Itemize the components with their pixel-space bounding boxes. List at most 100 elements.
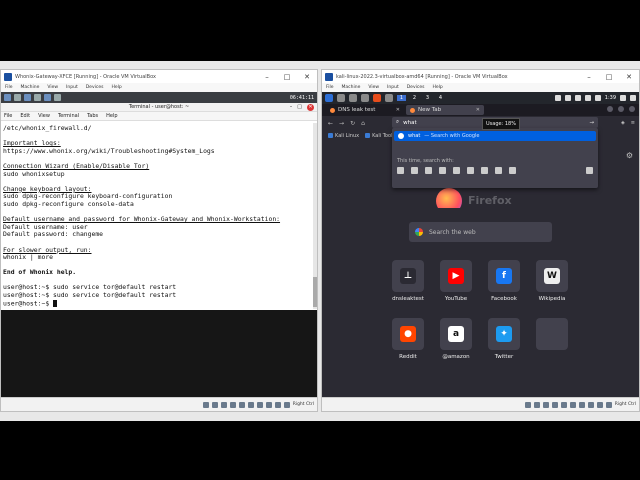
terminal-output[interactable]: /etc/whonix_firewall.d/Important logs: ht…: [1, 123, 313, 309]
minimize-button[interactable]: –: [579, 73, 599, 81]
desktop-icon[interactable]: [337, 94, 345, 102]
shortcut-empty[interactable]: [536, 318, 568, 354]
back-arrow-icon[interactable]: ←: [328, 120, 333, 127]
usb-icon[interactable]: [560, 401, 567, 408]
pocket-icon[interactable]: ◈: [621, 120, 625, 126]
shortcut-dnsleaktest[interactable]: ⊥ dnsleaktest: [392, 260, 424, 302]
shortcut-tile[interactable]: W: [536, 260, 568, 292]
browser-launcher-icon[interactable]: [44, 94, 51, 101]
usb-icon[interactable]: [238, 401, 245, 408]
kali-menu-icon[interactable]: [325, 94, 333, 102]
file-manager-icon[interactable]: [349, 94, 357, 102]
battery-icon[interactable]: [594, 95, 601, 101]
tab-new-tab[interactable]: New Tab ✕: [406, 105, 484, 115]
tab-close-icon[interactable]: ✕: [396, 107, 400, 113]
terminal-menu-help[interactable]: Help: [106, 113, 117, 119]
network-icon[interactable]: [551, 401, 558, 408]
menu-devices[interactable]: Devices: [407, 85, 425, 90]
notification-bell-icon[interactable]: [574, 95, 581, 101]
display-icon[interactable]: [554, 95, 561, 101]
close-button[interactable]: ✕: [297, 73, 317, 81]
shortcut-tile[interactable]: [536, 318, 568, 350]
maximize-button[interactable]: □: [277, 73, 297, 81]
optical-icon[interactable]: [533, 401, 540, 408]
home-icon[interactable]: ⌂: [361, 120, 365, 127]
hdd-icon[interactable]: [202, 401, 209, 408]
menu-input[interactable]: Input: [387, 85, 399, 90]
shortcut-tile[interactable]: f: [488, 260, 520, 292]
tabs-icon[interactable]: [495, 167, 502, 174]
menu-machine[interactable]: Machine: [21, 85, 40, 90]
shortcut-reddit[interactable]: ● Reddit: [392, 318, 424, 360]
menu-input[interactable]: Input: [66, 85, 78, 90]
shortcut-twitter[interactable]: ✦ Twitter: [488, 318, 520, 360]
cpu-icon[interactable]: [596, 401, 603, 408]
panel-clock[interactable]: 06:41:11: [290, 95, 314, 101]
shortcut-tile[interactable]: ▶: [440, 260, 472, 292]
recording-icon[interactable]: [265, 401, 272, 408]
audio-icon[interactable]: [542, 401, 549, 408]
menu-hamburger-icon[interactable]: ≡: [631, 120, 635, 126]
hdd-icon[interactable]: [524, 401, 531, 408]
firefox-icon[interactable]: [373, 94, 381, 102]
panel-app-icon[interactable]: [385, 94, 393, 102]
audio-icon[interactable]: [220, 401, 227, 408]
workspace-1[interactable]: 1: [397, 95, 406, 101]
shortcut-tile[interactable]: ●: [392, 318, 424, 350]
duckduckgo-engine-icon[interactable]: [439, 167, 446, 174]
terminal-scrollbar[interactable]: [313, 123, 317, 309]
settings-icon[interactable]: [34, 94, 41, 101]
ff-maximize-button[interactable]: [618, 106, 624, 112]
ff-minimize-button[interactable]: [607, 106, 613, 112]
close-button[interactable]: ✕: [619, 73, 639, 81]
suggestion-search-google[interactable]: what — Search with Google: [394, 131, 596, 141]
menu-file[interactable]: File: [326, 85, 334, 90]
terminal-prompt-line[interactable]: user@host:~$: [3, 299, 311, 308]
bookmark-kali-linux[interactable]: Kali Linux: [328, 133, 359, 139]
terminal-menu-tabs[interactable]: Tabs: [87, 113, 98, 119]
display-icon[interactable]: [578, 401, 585, 408]
newtab-search-box[interactable]: Search the web: [409, 222, 552, 242]
menu-file[interactable]: File: [5, 85, 13, 90]
menu-help[interactable]: Help: [432, 85, 442, 90]
menu-view[interactable]: View: [47, 85, 58, 90]
cpu-icon[interactable]: [274, 401, 281, 408]
app-menu-icon[interactable]: [4, 94, 11, 101]
terminal-close-button[interactable]: ✕: [307, 104, 314, 111]
terminal-menu-view[interactable]: View: [38, 113, 50, 119]
window-button-icon[interactable]: [54, 94, 61, 101]
shortcut-youtube[interactable]: ▶ YouTube: [440, 260, 472, 302]
shortcut-tile[interactable]: ⊥: [392, 260, 424, 292]
shortcut-facebook[interactable]: f Facebook: [488, 260, 520, 302]
workspace-3[interactable]: 3: [423, 95, 432, 101]
terminal-minimize-button[interactable]: –: [290, 103, 293, 112]
newtab-settings-gear-icon[interactable]: ⚙: [626, 151, 633, 160]
go-arrow-icon[interactable]: →: [589, 120, 594, 126]
bing-engine-icon[interactable]: [425, 167, 432, 174]
recording-icon[interactable]: [587, 401, 594, 408]
reload-icon[interactable]: ↻: [350, 120, 355, 127]
scrollbar-thumb[interactable]: [313, 277, 317, 307]
terminal-menu-terminal[interactable]: Terminal: [58, 113, 79, 119]
network-icon[interactable]: [229, 401, 236, 408]
network-icon[interactable]: [564, 95, 571, 101]
shared-folder-icon[interactable]: [569, 401, 576, 408]
terminal-icon[interactable]: [361, 94, 369, 102]
terminal-maximize-button[interactable]: □: [297, 103, 302, 112]
shortcut-amazon[interactable]: a @amazon: [440, 318, 472, 360]
menu-help[interactable]: Help: [111, 85, 121, 90]
terminal-launcher-icon[interactable]: [24, 94, 31, 101]
display-icon[interactable]: [256, 401, 263, 408]
tab-dns-leak-test[interactable]: DNS leak test ✕: [326, 105, 404, 115]
wikipedia-engine-icon[interactable]: [467, 167, 474, 174]
ebay-engine-icon[interactable]: [453, 167, 460, 174]
file-manager-icon[interactable]: [14, 94, 21, 101]
menu-devices[interactable]: Devices: [86, 85, 104, 90]
ff-close-button[interactable]: [629, 106, 635, 112]
mouse-integration-icon[interactable]: [605, 401, 612, 408]
shortcut-wikipedia[interactable]: W Wikipedia: [536, 260, 568, 302]
menu-view[interactable]: View: [368, 85, 379, 90]
google-engine-icon[interactable]: [397, 167, 404, 174]
shortcut-tile[interactable]: a: [440, 318, 472, 350]
tab-close-icon[interactable]: ✕: [476, 107, 480, 113]
